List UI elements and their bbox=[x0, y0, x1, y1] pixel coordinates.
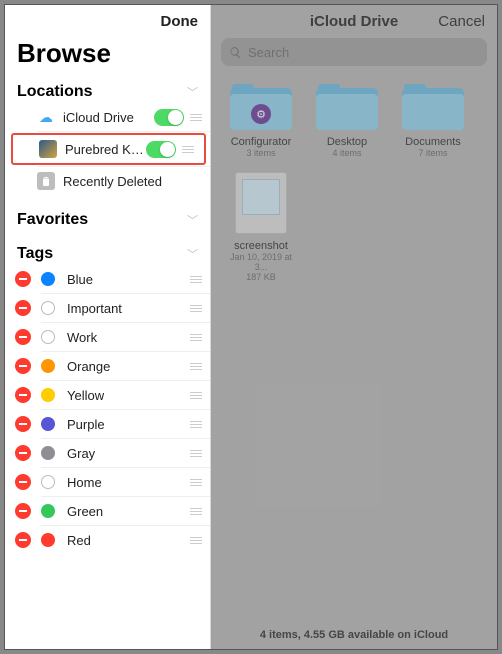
tag-row[interactable]: Purple bbox=[5, 410, 210, 438]
tag-color-icon bbox=[41, 359, 55, 373]
tag-color-icon bbox=[41, 388, 55, 402]
reorder-handle-icon[interactable] bbox=[190, 392, 202, 399]
tag-label: Green bbox=[67, 504, 190, 519]
search-input[interactable]: Search bbox=[221, 38, 487, 66]
reorder-handle-icon[interactable] bbox=[190, 450, 202, 457]
chevron-down-icon: ﹀ bbox=[187, 84, 198, 100]
delete-minus-icon[interactable] bbox=[15, 474, 31, 490]
item-meta: 7 items bbox=[418, 148, 447, 158]
item-name: screenshot bbox=[234, 240, 288, 252]
tag-empty-icon bbox=[41, 330, 55, 344]
delete-minus-icon[interactable] bbox=[15, 358, 31, 374]
tag-color-icon bbox=[41, 272, 55, 286]
locations-header[interactable]: Locations ﹀ bbox=[5, 77, 210, 103]
toggle-switch[interactable] bbox=[146, 141, 176, 158]
folder-icon bbox=[316, 84, 378, 130]
location-recently-deleted[interactable]: Recently Deleted bbox=[5, 167, 210, 195]
location-icloud-drive[interactable]: ☁ iCloud Drive bbox=[5, 103, 210, 131]
delete-minus-icon[interactable] bbox=[15, 300, 31, 316]
file-item[interactable]: screenshotJan 10, 2019 at 3...187 KB bbox=[225, 172, 297, 282]
folder-item[interactable]: ⚙ Configurator3 items bbox=[225, 84, 297, 158]
tag-color-icon bbox=[41, 417, 55, 431]
cloud-icon: ☁ bbox=[37, 108, 55, 126]
reorder-handle-icon[interactable] bbox=[190, 276, 202, 283]
browse-title: Browse bbox=[5, 34, 210, 77]
reorder-handle-icon[interactable] bbox=[190, 537, 202, 544]
folder-icon: ⚙ bbox=[230, 84, 292, 130]
tag-color-icon bbox=[41, 446, 55, 460]
tag-label: Yellow bbox=[67, 388, 190, 403]
trash-icon bbox=[37, 172, 55, 190]
search-icon bbox=[229, 46, 242, 59]
toggle-switch[interactable] bbox=[154, 109, 184, 126]
tag-row[interactable]: Gray bbox=[5, 439, 210, 467]
delete-minus-icon[interactable] bbox=[15, 329, 31, 345]
highlight-annotation: Purebred Ke... bbox=[11, 133, 206, 165]
reorder-handle-icon[interactable] bbox=[190, 421, 202, 428]
delete-minus-icon[interactable] bbox=[15, 271, 31, 287]
delete-minus-icon[interactable] bbox=[15, 503, 31, 519]
item-name: Configurator bbox=[231, 136, 292, 148]
location-purebred[interactable]: Purebred Ke... bbox=[17, 136, 202, 162]
reorder-handle-icon[interactable] bbox=[190, 508, 202, 515]
main-panel: iCloud Drive Cancel Search ⚙ Configurator… bbox=[211, 5, 497, 649]
tag-label: Work bbox=[67, 330, 190, 345]
tag-label: Orange bbox=[67, 359, 190, 374]
tag-label: Important bbox=[67, 301, 190, 316]
item-meta: 3 items bbox=[246, 148, 275, 158]
reorder-handle-icon[interactable] bbox=[190, 479, 202, 486]
file-icon bbox=[235, 172, 287, 234]
location-label: Purebred Ke... bbox=[65, 142, 146, 157]
tag-row[interactable]: Work bbox=[5, 323, 210, 351]
delete-minus-icon[interactable] bbox=[15, 445, 31, 461]
cancel-button[interactable]: Cancel bbox=[438, 13, 485, 30]
search-placeholder: Search bbox=[248, 45, 289, 60]
item-name: Documents bbox=[405, 136, 461, 148]
reorder-handle-icon[interactable] bbox=[182, 146, 194, 153]
item-name: Desktop bbox=[327, 136, 367, 148]
storage-footer: 4 items, 4.55 GB available on iCloud bbox=[211, 621, 497, 649]
folder-icon bbox=[402, 84, 464, 130]
delete-minus-icon[interactable] bbox=[15, 387, 31, 403]
reorder-handle-icon[interactable] bbox=[190, 334, 202, 341]
delete-minus-icon[interactable] bbox=[15, 416, 31, 432]
purebred-app-icon bbox=[39, 140, 57, 158]
tag-row[interactable]: Important bbox=[5, 294, 210, 322]
folder-item[interactable]: Desktop4 items bbox=[311, 84, 383, 158]
tag-row[interactable]: Home bbox=[5, 468, 210, 496]
reorder-handle-icon[interactable] bbox=[190, 363, 202, 370]
location-label: Recently Deleted bbox=[63, 174, 202, 189]
delete-minus-icon[interactable] bbox=[15, 532, 31, 548]
done-button[interactable]: Done bbox=[161, 13, 199, 30]
tag-empty-icon bbox=[41, 475, 55, 489]
tag-label: Gray bbox=[67, 446, 190, 461]
tag-row[interactable]: Blue bbox=[5, 265, 210, 293]
tags-header[interactable]: Tags ﹀ bbox=[5, 239, 210, 265]
location-label: iCloud Drive bbox=[63, 110, 154, 125]
browse-sidebar: Done Browse Locations ﹀ ☁ iCloud Drive P… bbox=[5, 5, 211, 649]
folder-item[interactable]: Documents7 items bbox=[397, 84, 469, 158]
tag-row[interactable]: Red bbox=[5, 526, 210, 554]
chevron-down-icon: ﹀ bbox=[187, 246, 198, 262]
main-title: iCloud Drive bbox=[310, 13, 398, 30]
reorder-handle-icon[interactable] bbox=[190, 114, 202, 121]
tag-row[interactable]: Green bbox=[5, 497, 210, 525]
item-meta: 4 items bbox=[332, 148, 361, 158]
tag-row[interactable]: Yellow bbox=[5, 381, 210, 409]
item-size: 187 KB bbox=[246, 272, 276, 282]
tag-color-icon bbox=[41, 504, 55, 518]
tag-label: Blue bbox=[67, 272, 190, 287]
tag-label: Red bbox=[67, 533, 190, 548]
favorites-header[interactable]: Favorites ﹀ bbox=[5, 205, 210, 231]
tag-label: Purple bbox=[67, 417, 190, 432]
tag-label: Home bbox=[67, 475, 190, 490]
tag-empty-icon bbox=[41, 301, 55, 315]
tag-color-icon bbox=[41, 533, 55, 547]
item-meta: Jan 10, 2019 at 3... bbox=[225, 252, 297, 272]
tag-row[interactable]: Orange bbox=[5, 352, 210, 380]
reorder-handle-icon[interactable] bbox=[190, 305, 202, 312]
chevron-down-icon: ﹀ bbox=[187, 212, 198, 228]
